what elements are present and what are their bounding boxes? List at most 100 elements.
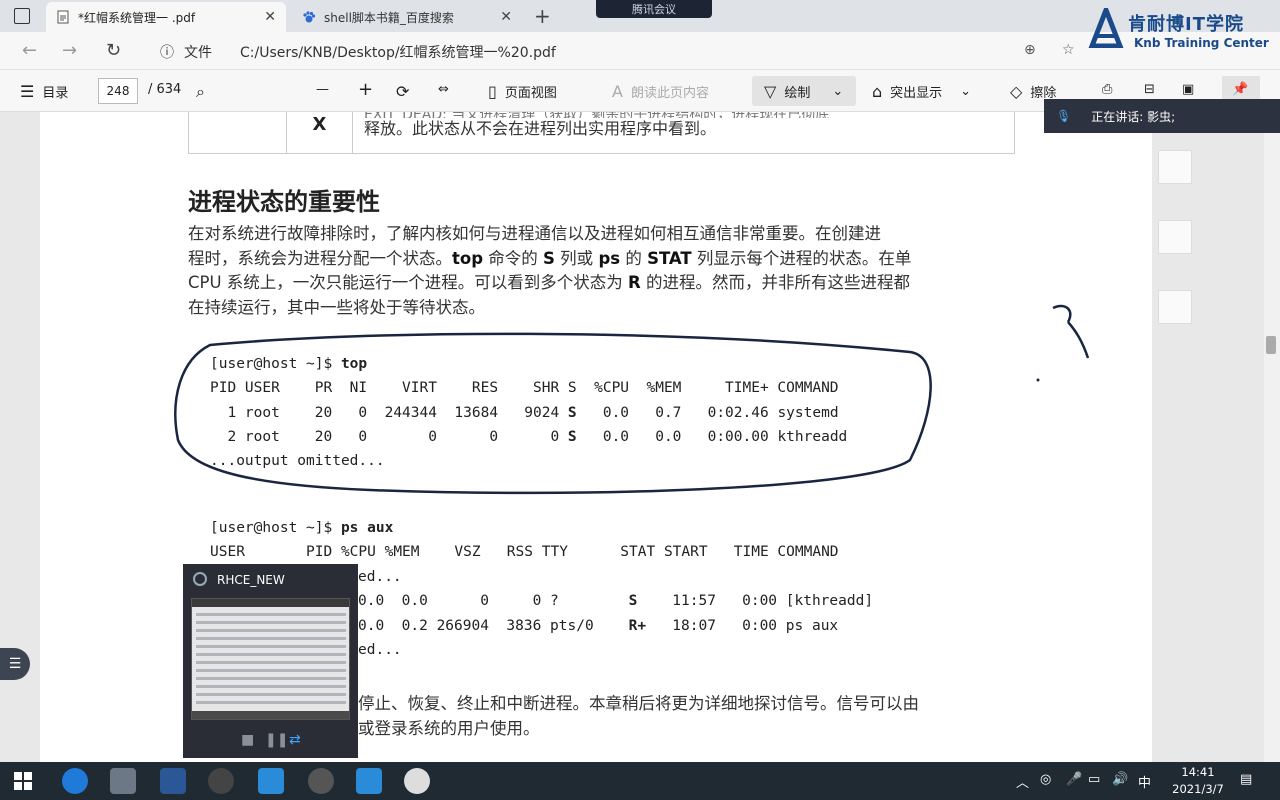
system-clock[interactable]: 14:41 2021/3/7 [1168,764,1228,798]
table-desc: 释放。此状态从不会在进程列出实用程序中看到。 [364,119,717,138]
zoom-icon[interactable]: ⊕ [1024,42,1036,58]
switch-icon[interactable]: ⇄ [289,732,301,748]
read-aloud-label: 朗读此页内容 [630,86,709,101]
save-icon[interactable]: ▣ [1182,82,1194,97]
url-field[interactable]: C:/Users/KNB/Desktop/红帽系统管理一%20.pdf [240,42,556,62]
speaking-label: 正在讲话: 影虫; [1091,109,1176,124]
table-cell-desc: EXIT_DEAD: 当父进程清理（获取）剩余的子进程结构时，进程现在已彻底 释… [364,112,1004,140]
save-as-icon[interactable]: ⊟ [1144,82,1155,97]
ps-code-block: [user@host ~]$ ps aux USER PID %CPU %MEM… [210,520,839,561]
rotate-icon[interactable]: ⟳ [396,82,409,101]
fit-width-icon[interactable]: ⇔ [438,82,449,97]
microphone-icon: 🎙 [1056,109,1072,123]
print-icon[interactable]: ⎙ [1102,82,1112,97]
paragraph-line: 程时，系统会为进程分配一个状态。top 命令的 S 列或 ps 的 STAT 列… [188,248,912,268]
volume-icon[interactable]: 🔊 [1112,772,1128,787]
chevron-down-icon: ⌄ [832,84,844,99]
search-icon[interactable]: ⌕ [196,82,213,102]
highlighter-icon: ⌂ [872,82,883,101]
display-icon[interactable]: ▭ [1088,772,1100,787]
paragraph-line: CPU 系统上，一次只能运行一个进程。可以看到多个状态为 R 的进程。然而，并非… [188,273,911,292]
logo-mark-icon [1088,8,1124,48]
stop-icon[interactable]: ■ [241,732,254,748]
page-number-input[interactable]: 248 [98,78,138,104]
state-table-row: X EXIT_DEAD: 当父进程清理（获取）剩余的子进程结构时，进程现在已彻底… [188,112,1015,154]
draw-button[interactable]: ▽ 绘制 ⌄ [764,82,843,101]
calculator-icon[interactable] [110,768,136,794]
table-cell [189,112,287,153]
contents-button[interactable]: ☰ 目录 [20,82,68,101]
forward-icon[interactable]: → [62,40,77,61]
edge-browser-icon[interactable] [62,768,88,794]
pin-icon[interactable]: 📌 [1232,82,1248,97]
paragraph-line: 在对系统进行故障排除时，了解内核如何与进程通信以及进程如何相互通信非常重要。在创… [188,224,881,243]
clock-time: 14:41 [1181,765,1215,779]
vm-workstation-icon[interactable] [258,768,284,794]
table-desc-clipped: EXIT_DEAD: 当父进程清理（获取）剩余的子进程结构时，进程现在已彻底 [364,112,1004,118]
logo-text-en: Knb Training Center [1134,36,1269,50]
vm-app-icon [193,572,207,586]
sidebar-placeholder [1158,220,1192,254]
sidebar-placeholder [1158,150,1192,184]
draw-pen-icon: ▽ [764,82,777,101]
microphone-icon[interactable]: 🎤 [1066,772,1082,787]
zoom-out-icon[interactable]: — [316,82,329,97]
sidebar-placeholder [1158,290,1192,324]
back-icon[interactable]: ← [22,40,37,61]
page-view-icon: ▯ [488,82,497,101]
tab-label: *红帽系统管理一 .pdf [78,10,196,25]
tab-baidu[interactable]: shell脚本书籍_百度搜索 ✕ [292,2,522,32]
contents-label: 目录 [42,86,69,101]
notification-icon[interactable]: ▤ [1240,772,1252,787]
pause-icon[interactable]: ❚❚ [265,732,288,748]
close-tab-icon[interactable]: ✕ [264,9,276,25]
paragraph-line: 停止、恢复、终止和中断进程。本章稍后将更为详细地探讨信号。信号可以由 [358,694,919,713]
refresh-icon[interactable]: ↻ [106,40,121,61]
thumbnail-title: RHCE_NEW [217,573,285,587]
ime-indicator[interactable]: 中 [1138,772,1151,791]
pen-app-icon[interactable] [308,768,334,794]
draw-label: 绘制 [784,86,811,101]
favorite-icon[interactable]: ☆ [1062,42,1075,58]
tab-pdf[interactable]: *红帽系统管理一 .pdf ✕ [46,2,286,32]
page-view-button[interactable]: ▯ 页面视图 [488,82,557,101]
close-tab-icon[interactable]: ✕ [500,9,512,25]
zoom-in-icon[interactable]: + [358,79,373,100]
read-aloud-icon: A [612,82,623,101]
highlight-button[interactable]: ⌂ 突出显示 ⌄ [872,82,971,101]
windows-start-icon[interactable] [14,772,32,790]
file-label: 文件 [184,45,212,61]
network-icon[interactable]: ◎ [1040,772,1051,787]
highlight-label: 突出显示 [890,86,943,101]
knb-logo: 肯耐博IT学院 Knb Training Center [1088,6,1274,56]
page-total: / 634 [148,82,182,97]
meeting-badge[interactable]: 腾讯会议 [596,0,712,18]
speaking-indicator: 🎙 正在讲话: 影虫; [1044,99,1280,133]
list-icon: ☰ [8,656,22,672]
photos-icon[interactable] [356,768,382,794]
info-icon[interactable]: ⓘ [160,42,174,62]
baidu-paw-icon [302,10,316,24]
ps-code-block-partial: ed... 0.0 0.0 0 0 ? S 11:57 0:00 [kthrea… [358,569,874,658]
eraser-icon: ◇ [1010,82,1023,101]
thumbnail-image [191,598,350,720]
paragraph-line: 或登录系统的用户使用。 [358,718,540,738]
scrollbar-thumb[interactable] [1266,336,1276,354]
read-aloud-button[interactable]: A 朗读此页内容 [612,82,709,101]
tab-label: shell脚本书籍_百度搜索 [324,10,454,25]
taskbar-thumbnail-preview[interactable]: RHCE_NEW ■ ❚❚ ⇄ [183,564,358,758]
logo-text-cn: 肯耐博IT学院 [1128,14,1244,35]
paragraph-partial: 停止、恢复、终止和中断进程。本章稍后将更为详细地探讨信号。信号可以由 或登录系统… [358,692,1018,741]
hand-drawn-annotation [174,304,1090,495]
window-menu-icon[interactable] [14,8,30,24]
pdf-file-icon [56,10,70,24]
word-icon[interactable] [160,768,186,794]
list-icon: ☰ [20,82,35,101]
taskbar: ︿ ◎ 🎤 ▭ 🔊 中 14:41 2021/3/7 ▤ [0,762,1280,800]
chevron-down-icon: ⌄ [960,84,972,99]
chevron-up-icon[interactable]: ︿ [1016,772,1029,791]
scrollbar[interactable] [1264,112,1280,764]
media-app-icon[interactable] [208,768,234,794]
new-tab-button[interactable]: + [534,4,551,28]
terminal-app-icon[interactable] [404,768,430,794]
